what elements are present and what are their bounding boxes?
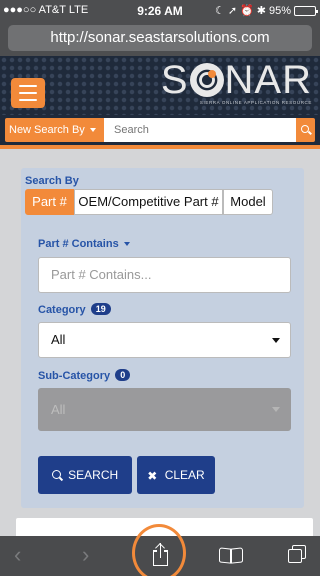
radar-o-icon: [189, 63, 224, 97]
category-label-row: Category 19: [38, 303, 111, 316]
search-row: New Search By: [0, 115, 320, 145]
caret-down-icon: [272, 407, 280, 412]
subcategory-select: All: [38, 388, 291, 431]
logo-letter-s: S: [160, 58, 189, 102]
tabs-button[interactable]: [287, 536, 311, 576]
clear-button[interactable]: ✖ CLEAR: [137, 456, 215, 494]
menu-bar: [19, 92, 37, 94]
back-button[interactable]: ‹: [14, 536, 34, 576]
battery-percent: 95%: [268, 4, 291, 17]
url-field[interactable]: http://sonar.seastarsolutions.com: [8, 25, 312, 51]
category-select-value: All: [51, 332, 66, 347]
close-icon: ✖: [147, 468, 158, 483]
search-button-label: SEARCH: [68, 468, 119, 482]
logo-letters-nar: NAR: [224, 58, 312, 102]
alarm-icon: ⏰: [240, 5, 254, 17]
part-contains-dropdown[interactable]: Part # Contains: [38, 238, 130, 250]
bookmarks-button[interactable]: [219, 536, 245, 576]
search-form-panel: Search By Part # OEM/Competitive Part # …: [21, 168, 304, 508]
category-select[interactable]: All: [38, 322, 291, 358]
tabs-icon-front: [288, 549, 302, 563]
subcategory-label: Sub-Category: [38, 370, 111, 382]
menu-bar: [19, 99, 37, 101]
highlight-circle: [132, 524, 186, 576]
subcategory-select-value: All: [51, 402, 66, 417]
new-search-by-dropdown[interactable]: New Search By: [5, 118, 104, 142]
caret-down-icon: [89, 128, 96, 133]
clear-button-label: CLEAR: [164, 468, 205, 482]
caret-down-icon: [272, 338, 280, 343]
subcategory-count-badge: 0: [115, 369, 131, 381]
moon-icon: ☾: [214, 5, 225, 17]
battery-icon: [294, 5, 318, 16]
book-icon: [219, 547, 231, 564]
search-submit-button[interactable]: [296, 118, 315, 142]
tab-part-number[interactable]: Part #: [25, 189, 74, 215]
part-contains-input[interactable]: Part # Contains...: [38, 257, 291, 293]
category-count-badge: 19: [90, 303, 111, 315]
status-right: ☾ ➚ ⏰ ✱ 95%: [214, 4, 318, 17]
location-icon: ➚: [227, 5, 238, 17]
search-icon: [51, 470, 61, 480]
hamburger-menu-button[interactable]: [11, 78, 45, 108]
header-divider: [0, 145, 320, 149]
category-label: Category: [38, 304, 86, 316]
sonar-logo[interactable]: S NAR SIERRA ONLINE APPLICATION RESOURCE: [161, 60, 312, 105]
new-search-by-label: New Search By: [9, 124, 85, 136]
search-icon: [301, 125, 309, 133]
subcategory-label-row: Sub-Category 0: [38, 369, 131, 382]
menu-bar: [19, 85, 37, 87]
site-header: S NAR SIERRA ONLINE APPLICATION RESOURCE: [0, 56, 320, 115]
search-input[interactable]: [104, 118, 296, 142]
forward-button[interactable]: ›: [82, 536, 102, 576]
bluetooth-icon: ✱: [256, 5, 266, 17]
book-icon-page: [231, 547, 243, 564]
tab-model[interactable]: Model: [223, 189, 273, 215]
browser-address-bar: http://sonar.seastarsolutions.com: [0, 20, 320, 56]
part-contains-label: Part # Contains: [38, 238, 119, 250]
logo-wordmark: S NAR: [161, 60, 312, 100]
search-by-label: Search By: [25, 175, 79, 187]
caret-down-icon: [123, 242, 130, 247]
status-bar: ●●●○○ AT&T LTE 9:26 AM ☾ ➚ ⏰ ✱ 95%: [0, 0, 320, 20]
tab-oem-competitive-part[interactable]: OEM/Competitive Part #: [74, 189, 223, 215]
search-button[interactable]: SEARCH: [38, 456, 132, 494]
